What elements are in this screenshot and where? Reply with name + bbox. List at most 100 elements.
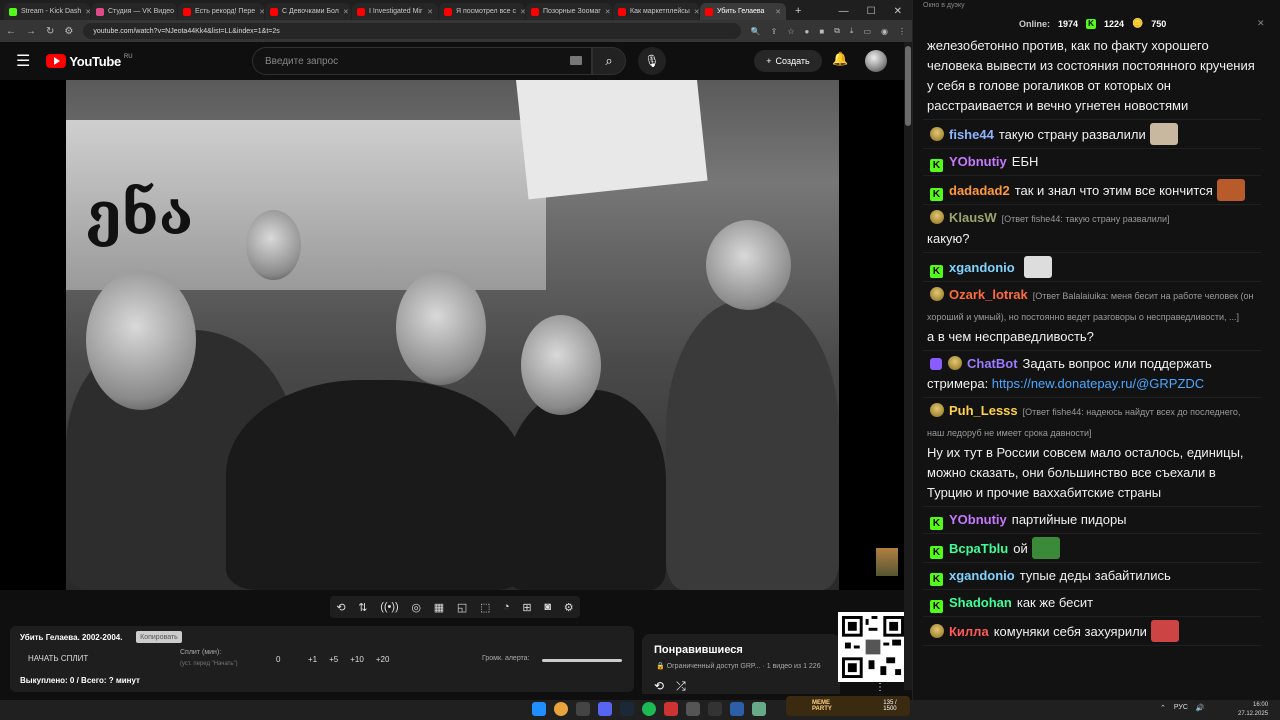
tab-close-icon[interactable]: ✕ bbox=[694, 8, 699, 16]
loop-icon[interactable]: ⟲ bbox=[336, 601, 345, 614]
zoom-icon[interactable]: 🔍 bbox=[751, 27, 761, 36]
speed-icon[interactable]: ◔ bbox=[503, 601, 510, 613]
chat-username[interactable]: xgandonio bbox=[949, 260, 1015, 275]
chrome-icon[interactable] bbox=[554, 702, 568, 716]
browser-tab[interactable]: С Девочками Бол ✕ bbox=[265, 3, 351, 20]
sidebar-icon[interactable]: ▭ bbox=[863, 27, 871, 36]
profile-icon[interactable]: ◉ bbox=[881, 27, 888, 36]
chat-username[interactable]: Shadohan bbox=[949, 595, 1012, 610]
search-button[interactable]: ⌕ bbox=[592, 47, 626, 75]
chat-username[interactable]: Ozark_lotrak bbox=[949, 287, 1028, 302]
discord-icon[interactable] bbox=[598, 702, 612, 716]
sort-icon[interactable]: ⇅ bbox=[358, 601, 367, 614]
browser-tab[interactable]: I Investigated Mir ✕ bbox=[352, 3, 438, 20]
hamburger-menu-icon[interactable]: ☰ bbox=[16, 51, 30, 71]
chat-username[interactable]: BcpaTblu bbox=[949, 541, 1008, 556]
new-tab-button[interactable]: + bbox=[795, 5, 801, 17]
notifications-bell-icon[interactable]: 🔔 bbox=[832, 51, 848, 67]
chat-username[interactable]: ChatBot bbox=[967, 356, 1018, 371]
crop-icon[interactable]: ⬚ bbox=[480, 601, 490, 614]
user-avatar[interactable] bbox=[865, 50, 887, 72]
plus-10-button[interactable]: +10 bbox=[350, 655, 364, 664]
forward-icon[interactable]: → bbox=[26, 26, 36, 37]
chat-username[interactable]: fishe44 bbox=[949, 127, 994, 142]
plus-20-button[interactable]: +20 bbox=[376, 655, 390, 664]
start-split-button[interactable]: НАЧАТЬ СПЛИТ bbox=[28, 654, 88, 663]
settings-gear-icon[interactable]: ⚙ bbox=[564, 601, 574, 614]
tab-close-icon[interactable]: ✕ bbox=[605, 8, 611, 16]
browser-tab[interactable]: Позорные Зоомаг ✕ bbox=[526, 3, 612, 20]
browser-tab[interactable]: Stream - Kick Dash ✕ bbox=[4, 3, 90, 20]
obs-icon[interactable] bbox=[708, 702, 722, 716]
start-windows-icon[interactable] bbox=[532, 702, 546, 716]
voice-search-button[interactable]: 🎙 bbox=[638, 47, 666, 75]
app-blue-icon[interactable] bbox=[730, 702, 744, 716]
browser-tab[interactable]: Как маркетплейсы ✕ bbox=[613, 3, 699, 20]
liked-playlist-panel[interactable]: Понравившиеся 🔒 Ограниченный доступ GRP.… bbox=[642, 634, 840, 694]
file-explorer-icon[interactable] bbox=[576, 702, 590, 716]
browser-tab[interactable]: Студия — VK Видео✕ bbox=[91, 3, 177, 20]
chat-username[interactable]: Килла bbox=[949, 624, 989, 639]
view-icon[interactable]: ◎ bbox=[411, 601, 421, 614]
steam-icon[interactable] bbox=[620, 702, 634, 716]
chat-username[interactable]: KlausW bbox=[949, 210, 997, 225]
spotify-icon[interactable] bbox=[642, 702, 656, 716]
search-input[interactable]: Введите запрос bbox=[252, 47, 592, 75]
shuffle-icon[interactable]: ⤮ bbox=[676, 679, 686, 694]
reload-icon[interactable]: ↻ bbox=[46, 26, 54, 37]
chat-close-icon[interactable]: ✕ bbox=[1257, 18, 1265, 29]
tray-chevron-icon[interactable]: ⌃ bbox=[1160, 704, 1166, 712]
copy-button[interactable]: Копировать bbox=[136, 631, 182, 643]
volume-icon[interactable]: 🔊 bbox=[1196, 704, 1205, 712]
back-icon[interactable]: ← bbox=[6, 26, 16, 37]
tab-close-icon[interactable]: ✕ bbox=[520, 8, 525, 16]
chat-username[interactable]: YObnutiy bbox=[949, 154, 1007, 169]
close-window-button[interactable]: ✕ bbox=[894, 6, 902, 17]
chat-username[interactable]: YObnutiy bbox=[949, 512, 1007, 527]
mini-thumbnail[interactable] bbox=[876, 548, 898, 576]
app-gray-icon[interactable] bbox=[686, 702, 700, 716]
system-clock[interactable]: 16:00 27.12.2025 bbox=[1238, 701, 1268, 719]
app-red-icon[interactable] bbox=[664, 702, 678, 716]
site-info-icon[interactable]: ⚙ bbox=[64, 26, 73, 37]
extension-icon[interactable]: ● bbox=[805, 27, 810, 36]
tab-close-icon[interactable]: ✕ bbox=[259, 8, 264, 16]
alert-volume-slider[interactable] bbox=[542, 659, 622, 662]
more-options-icon[interactable]: ⋮ bbox=[875, 682, 885, 693]
scrollbar-thumb[interactable] bbox=[905, 46, 911, 126]
tab-close-icon[interactable]: ✕ bbox=[427, 8, 433, 16]
share-icon[interactable]: ⇪ bbox=[771, 27, 778, 36]
tab-close-icon[interactable]: ✕ bbox=[85, 8, 90, 16]
donate-link[interactable]: https://new.donatepay.ru/@GRPZDC bbox=[992, 376, 1204, 391]
keyboard-icon[interactable] bbox=[570, 56, 582, 65]
calendar-icon[interactable]: ▦ bbox=[434, 601, 444, 614]
chat-username[interactable]: xgandonio bbox=[949, 568, 1015, 583]
minimize-button[interactable]: — bbox=[839, 6, 849, 17]
download-icon[interactable]: ⤓ bbox=[850, 26, 854, 36]
browser-tab[interactable]: Я посмотрел все с ✕ bbox=[439, 3, 525, 20]
adblock-icon[interactable]: ■ bbox=[819, 27, 824, 36]
create-button[interactable]: + Создать bbox=[754, 50, 822, 72]
browser-menu-icon[interactable]: ⋮ bbox=[898, 27, 906, 36]
language-indicator[interactable]: РУС bbox=[1174, 704, 1188, 712]
add-clip-icon[interactable]: ⊞ bbox=[522, 601, 531, 614]
tab-close-icon[interactable]: ✕ bbox=[775, 8, 781, 16]
youtube-logo[interactable]: YouTube RU bbox=[46, 54, 133, 69]
picture-in-picture-icon[interactable]: ◱ bbox=[457, 601, 467, 614]
browser-tab[interactable]: Есть рекорд! Пере ✕ bbox=[178, 3, 264, 20]
plus-5-button[interactable]: +5 bbox=[329, 655, 338, 664]
video-player[interactable]: ენა bbox=[0, 80, 912, 590]
tab-close-icon[interactable]: ✕ bbox=[343, 8, 349, 16]
loop-playlist-icon[interactable]: ⟲ bbox=[654, 679, 664, 694]
chat-username[interactable]: dadadad2 bbox=[949, 183, 1010, 198]
page-scrollbar[interactable] bbox=[904, 42, 912, 690]
maximize-button[interactable]: ☐ bbox=[867, 6, 876, 17]
app-green-icon[interactable] bbox=[752, 702, 766, 716]
broadcast-icon[interactable]: ((•)) bbox=[380, 601, 399, 613]
extensions-puzzle-icon[interactable]: ⧉ bbox=[834, 26, 840, 36]
chat-username[interactable]: Puh_Lesss bbox=[949, 403, 1018, 418]
plus-1-button[interactable]: +1 bbox=[308, 655, 317, 664]
screenshot-icon[interactable]: ◙ bbox=[544, 601, 551, 613]
browser-tab[interactable]: Убить Гелаева ✕ bbox=[700, 3, 786, 20]
url-field[interactable]: youtube.com/watch?v=NJeota44Kk4&list=LL&… bbox=[83, 23, 741, 39]
